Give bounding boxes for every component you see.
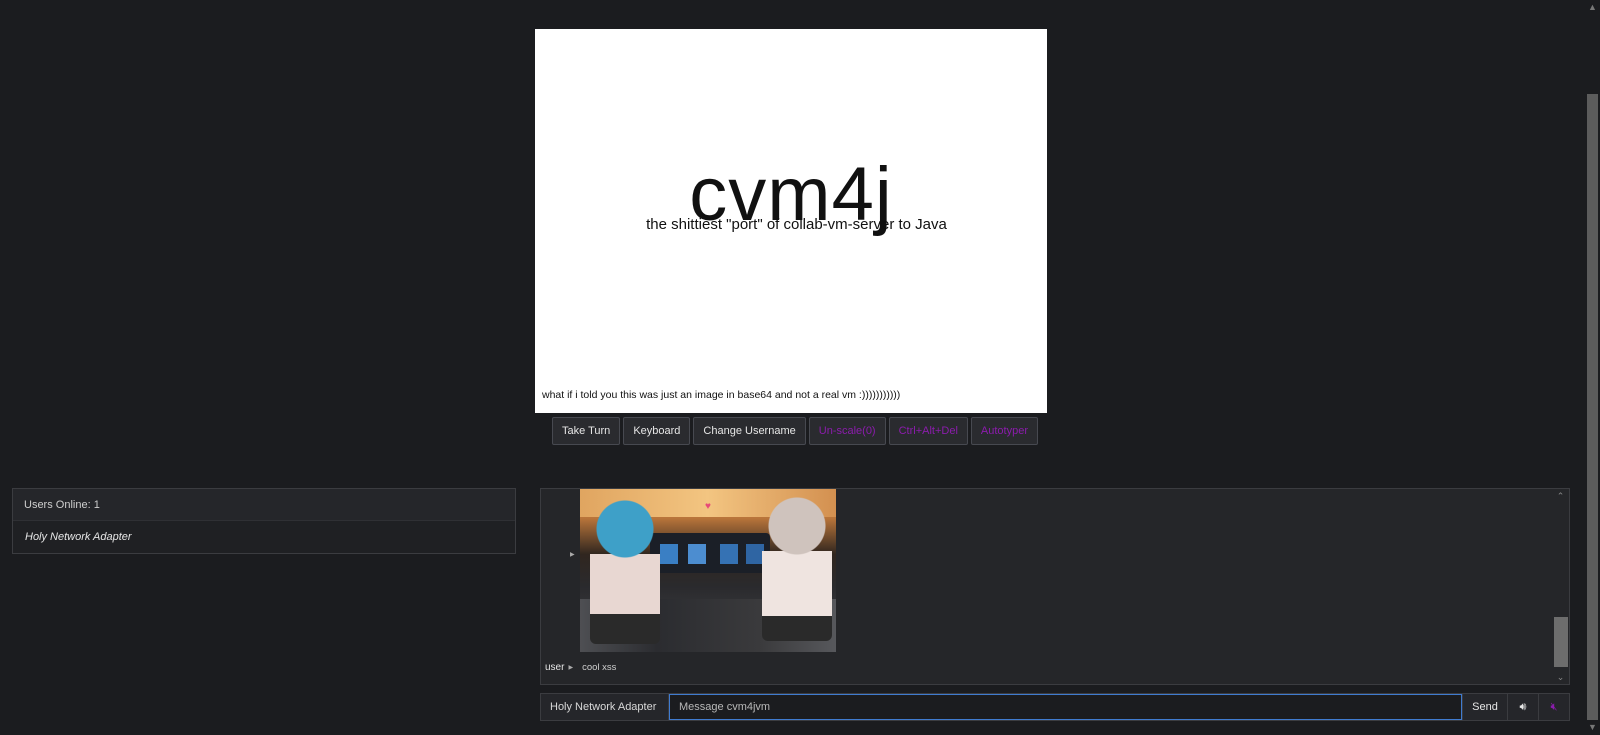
scroll-down-icon[interactable]: ⌄ — [1552, 670, 1569, 684]
vm-subtitle-text: the shittiest "port" of collab-vm-server… — [646, 216, 947, 233]
caret-icon: ▶ — [570, 552, 575, 558]
change-username-button[interactable]: Change Username — [693, 417, 806, 445]
keyboard-button[interactable]: Keyboard — [623, 417, 691, 445]
chat-message-user: user — [545, 662, 565, 673]
chat-scrollbar[interactable]: ⌃ ⌄ — [1552, 489, 1569, 684]
chat-username-label[interactable]: Holy Network Adapter — [541, 694, 669, 720]
chat-message-input[interactable] — [669, 694, 1462, 720]
autotyper-button[interactable]: Autotyper — [970, 417, 1038, 445]
mute-icon[interactable]: 🔇︎ — [1538, 694, 1569, 720]
scroll-down-icon[interactable]: ▼ — [1585, 720, 1600, 735]
vm-toolbar: Take Turn Keyboard Change Username Un-sc… — [552, 417, 1038, 445]
vm-display[interactable]: cvm4j the shittiest "port" of collab-vm-… — [535, 29, 1047, 413]
chat-scroll-thumb[interactable] — [1554, 617, 1568, 667]
scroll-up-icon[interactable]: ▲ — [1585, 0, 1600, 15]
ctrl-alt-del-button[interactable]: Ctrl+Alt+Del — [888, 417, 968, 445]
page-scrollbar[interactable]: ▲ ▼ — [1585, 0, 1600, 735]
send-button[interactable]: Send — [1462, 694, 1507, 720]
chat-log[interactable]: ▶ ♥ user ▶ cool xss ⌃ ⌄ — [540, 488, 1570, 685]
users-online-count: Users Online: 1 — [13, 489, 515, 521]
users-panel: Users Online: 1 Holy Network Adapter — [12, 488, 516, 554]
speaker-icon[interactable]: 🔊︎ — [1507, 694, 1538, 720]
chat-message: user ▶ cool xss — [545, 662, 616, 673]
chat-message-text: cool xss — [582, 662, 617, 673]
chat-input-row: Holy Network Adapter Send 🔊︎ 🔇︎ — [540, 693, 1570, 721]
user-list-item[interactable]: Holy Network Adapter — [13, 521, 515, 553]
page-scroll-thumb[interactable] — [1587, 94, 1598, 720]
chat-embedded-image: ♥ — [580, 489, 836, 652]
scroll-up-icon[interactable]: ⌃ — [1552, 489, 1569, 503]
take-turn-button[interactable]: Take Turn — [552, 417, 621, 445]
unscale-button[interactable]: Un-scale(0) — [808, 417, 886, 445]
vm-footer-text: what if i told you this was just an imag… — [542, 389, 901, 401]
caret-icon: ▶ — [568, 665, 574, 671]
